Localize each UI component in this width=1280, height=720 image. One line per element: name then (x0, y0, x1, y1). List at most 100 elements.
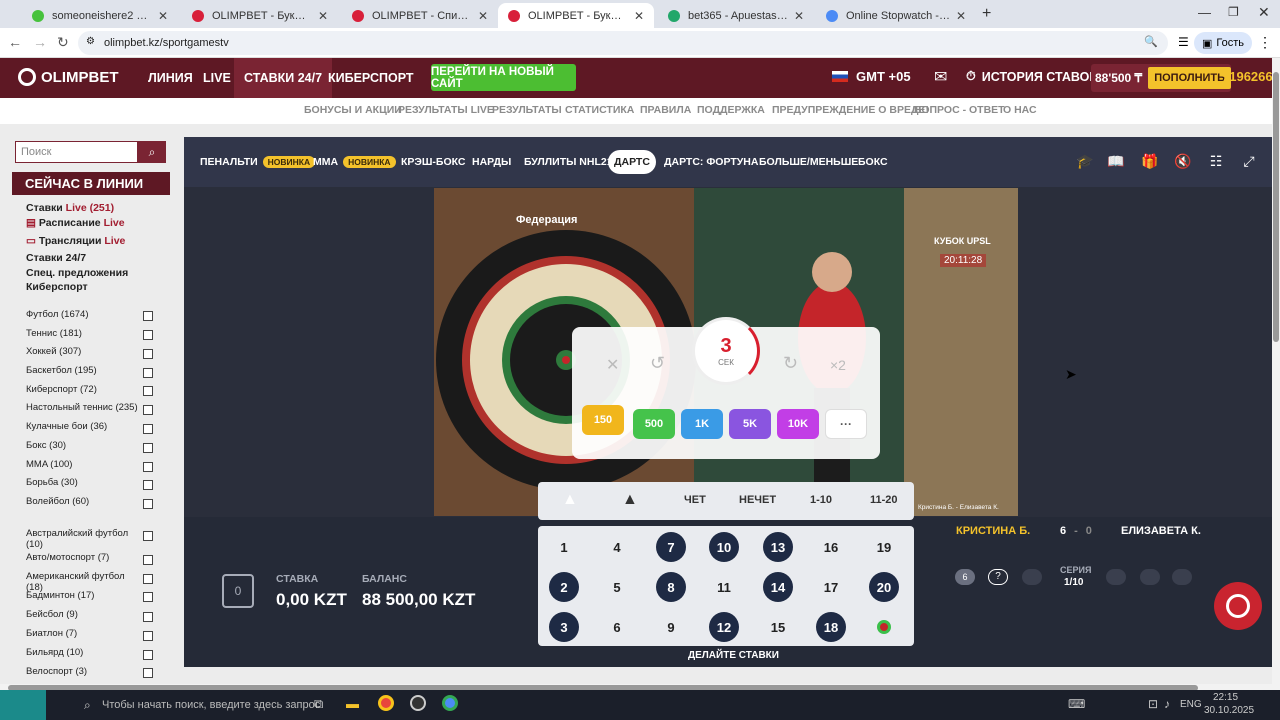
number-cell[interactable]: 12 (709, 612, 739, 642)
sport-checkbox[interactable] (143, 386, 153, 396)
profile-button[interactable]: ▣ Гость (1193, 32, 1252, 54)
scroll-thumb[interactable] (1273, 72, 1279, 342)
number-cell[interactable]: 15 (763, 612, 793, 642)
number-cell[interactable]: 3 (549, 612, 579, 642)
search-icon[interactable]: ⌕ (84, 698, 91, 713)
number-cell[interactable]: 17 (816, 572, 846, 602)
cast-icon[interactable]: ☰ (1178, 35, 1189, 49)
triangle-light-icon[interactable]: ▲ (562, 491, 578, 509)
special-offers-link[interactable]: Спец. предложения (26, 267, 128, 279)
game-tab[interactable]: БОЛЬШЕ/МЕНЬШЕ (753, 150, 864, 174)
bet-history-link[interactable]: ⏱ ИСТОРИЯ СТАВОК (966, 69, 1097, 84)
sport-checkbox[interactable] (143, 612, 153, 622)
chat-button[interactable] (1214, 582, 1262, 630)
new-tab-button[interactable]: + (982, 5, 991, 23)
subnav-link[interactable]: СТАТИСТИКА (565, 104, 634, 116)
sport-checkbox[interactable] (143, 311, 153, 321)
mute-icon[interactable]: 🔇 (1173, 153, 1193, 170)
close-tab-icon[interactable]: ✕ (318, 9, 328, 23)
subnav-link[interactable]: О НАС (1003, 104, 1037, 116)
restore-button[interactable]: ❐ (1228, 5, 1239, 19)
nav-esports[interactable]: КИБЕРСПОРТ (328, 58, 414, 98)
number-cell[interactable]: 8 (656, 572, 686, 602)
game-tab[interactable]: ДАРТС: ФОРТУНА (658, 150, 764, 174)
number-cell[interactable]: 19 (869, 532, 899, 562)
clock-time[interactable]: 22:15 (1213, 692, 1238, 703)
browser-tab[interactable]: OLIMPBET - Букмекерская кон... ✕ (182, 3, 338, 28)
nav-bets247[interactable]: СТАВКИ 24/7 (234, 58, 333, 98)
bet-odd[interactable]: НЕЧЕТ (739, 494, 776, 506)
number-cell[interactable]: 20 (869, 572, 899, 602)
language-indicator[interactable]: ENG (1180, 699, 1202, 710)
more-chips-button[interactable]: ··· (825, 409, 867, 439)
close-window-button[interactable]: ✕ (1258, 4, 1270, 21)
game-tab[interactable]: MMA НОВИНКА (307, 150, 402, 174)
number-cell[interactable]: 1 (549, 532, 579, 562)
explorer-icon[interactable]: ▬ (346, 696, 359, 711)
number-cell[interactable]: 18 (816, 612, 846, 642)
sport-checkbox[interactable] (143, 462, 153, 472)
broadcasts-link[interactable]: ▭ Трансляции Live (26, 235, 125, 247)
close-tab-icon[interactable]: ✕ (158, 9, 168, 23)
chrome-icon[interactable] (378, 695, 394, 711)
nav-line[interactable]: ЛИНИЯ (148, 58, 193, 98)
close-tab-icon[interactable]: ✕ (794, 9, 804, 23)
chip-button[interactable]: 500 (633, 409, 675, 439)
gift-icon[interactable]: 🎁 (1140, 153, 1160, 170)
chip-button[interactable]: 5K (729, 409, 771, 439)
rules-icon[interactable]: 📖 (1106, 153, 1126, 170)
close-tab-icon[interactable]: ✕ (956, 9, 966, 23)
browser-tab[interactable]: Online Stopwatch - vClock ✕ (816, 3, 976, 28)
settings-icon[interactable]: ☷ (1206, 153, 1226, 170)
triangle-dark-icon[interactable]: ▲ (622, 491, 638, 509)
sport-checkbox[interactable] (143, 668, 153, 678)
bullseye-icon[interactable] (869, 612, 899, 642)
minimize-button[interactable]: — (1198, 5, 1211, 20)
zoom-icon[interactable]: 🔍 (1144, 35, 1158, 48)
browser-tab[interactable]: bet365 - Apuestas deportivas e... ✕ (658, 3, 814, 28)
double-button[interactable]: ×2 (830, 357, 846, 373)
reload-icon[interactable]: ↻ (57, 34, 69, 51)
url-field[interactable]: ⚙ olimpbet.kz/sportgamestv 🔍 (78, 31, 1168, 55)
search-input[interactable]: Поиск (15, 141, 138, 163)
chip-button[interactable]: 150 (582, 405, 624, 435)
bet-1-10[interactable]: 1-10 (810, 494, 832, 506)
search-button[interactable]: ⌕ (138, 141, 166, 163)
clock-date[interactable]: 30.10.2025 (1204, 705, 1254, 716)
game-tab[interactable]: ДАРТС (608, 150, 656, 174)
close-tab-icon[interactable]: ✕ (478, 9, 488, 23)
site-logo[interactable]: OLIMPBET (18, 68, 119, 86)
task-view-icon[interactable]: ⧉ (314, 696, 323, 712)
account-number[interactable]: 7196266 (1222, 69, 1273, 84)
number-cell[interactable]: 9 (656, 612, 686, 642)
sport-checkbox[interactable] (143, 349, 153, 359)
taskbar-search[interactable]: Чтобы начать поиск, введите здесь запрос (102, 699, 320, 711)
close-tab-icon[interactable]: ✕ (634, 9, 644, 23)
sport-checkbox[interactable] (143, 592, 153, 602)
browser-tab[interactable]: someoneishere2 Stream - Watch ✕ (22, 3, 178, 28)
number-cell[interactable]: 4 (602, 532, 632, 562)
subnav-link[interactable]: РЕЗУЛЬТАТЫ LIVE (398, 104, 494, 116)
keyboard-icon[interactable]: ⌨ (1068, 697, 1085, 711)
sport-checkbox[interactable] (143, 555, 153, 565)
clear-icon[interactable]: ✕ (606, 355, 619, 375)
start-icon[interactable] (0, 690, 46, 720)
topup-button[interactable]: ПОПОЛНИТЬ (1148, 67, 1232, 89)
chrome-icon[interactable] (442, 695, 458, 711)
obs-icon[interactable] (410, 695, 426, 711)
sport-checkbox[interactable] (143, 368, 153, 378)
messages-icon[interactable]: ✉ (934, 67, 947, 87)
game-tab[interactable]: КРЭШ-БОКС (395, 150, 472, 174)
sport-checkbox[interactable] (143, 531, 153, 541)
forward-icon[interactable]: → (33, 34, 47, 50)
sport-checkbox[interactable] (143, 405, 153, 415)
chip-button[interactable]: 10K (777, 409, 819, 439)
network-icon[interactable]: ⊡ (1148, 697, 1158, 711)
new-site-button[interactable]: ПЕРЕЙТИ НА НОВЫЙ САЙТ (431, 64, 576, 91)
game-tab[interactable]: БОКС (852, 150, 894, 174)
subnav-link[interactable]: БОНУСЫ И АКЦИИ (304, 104, 402, 116)
volume-icon[interactable]: ♪ (1164, 697, 1170, 711)
site-info-icon[interactable]: ⚙ (86, 36, 95, 47)
bet-11-20[interactable]: 11-20 (870, 494, 898, 506)
number-cell[interactable]: 7 (656, 532, 686, 562)
